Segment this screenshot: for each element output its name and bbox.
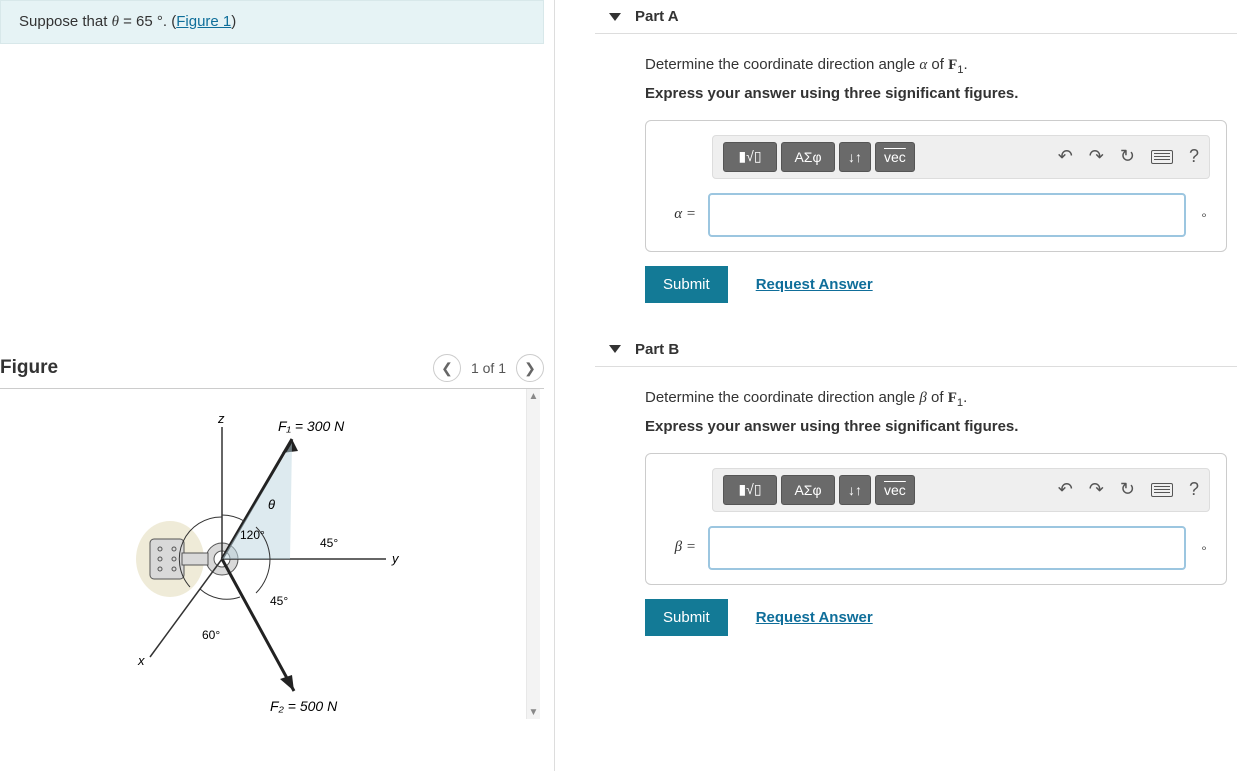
figure-title: Figure — [0, 357, 58, 379]
figure-pager: ❮ 1 of 1 ❯ — [433, 354, 544, 382]
part-a-request-answer-link[interactable]: Request Answer — [756, 276, 873, 293]
scroll-down-icon[interactable]: ▼ — [527, 705, 540, 719]
prompt-period: . ( — [163, 13, 176, 30]
part-b-question: Determine the coordinate direction angle… — [645, 387, 1227, 412]
vector-button[interactable]: vec — [875, 475, 915, 505]
prompt-suffix: ) — [231, 13, 236, 30]
vector-button[interactable]: vec — [875, 142, 915, 172]
axis-y-label: y — [391, 551, 400, 566]
redo-icon[interactable]: ↷ — [1089, 479, 1104, 500]
help-icon[interactable]: ? — [1189, 146, 1199, 167]
subscript-button[interactable]: ↓↑ — [839, 475, 871, 505]
subscript-button[interactable]: ↓↑ — [839, 142, 871, 172]
collapse-icon — [609, 13, 621, 21]
axis-x-label: x — [137, 653, 145, 668]
part-a-submit-button[interactable]: Submit — [645, 266, 728, 303]
figure-angle-45l: 45° — [270, 594, 288, 608]
figure-f1-label: F₁ = 300 N — [278, 418, 345, 434]
figure-scrollbar[interactable]: ▲ ▼ — [526, 389, 540, 719]
part-b-var-label: β = — [662, 539, 696, 556]
part-b-answer-panel: ▮√▯ ΑΣφ ↓↑ vec ↶ ↷ ↻ ? β = — [645, 453, 1227, 585]
part-b-subinstruction: Express your answer using three signific… — [645, 418, 1227, 435]
degree-unit: ∘ — [1198, 541, 1210, 555]
figure-header: Figure ❮ 1 of 1 ❯ — [0, 354, 544, 389]
part-a-title: Part A — [635, 8, 679, 25]
figure-angle-120: 120° — [240, 528, 265, 542]
figure-next-button[interactable]: ❯ — [516, 354, 544, 382]
keyboard-icon[interactable] — [1151, 150, 1173, 164]
figure-theta-label: θ — [268, 497, 275, 512]
undo-icon[interactable]: ↶ — [1058, 146, 1073, 167]
undo-icon[interactable]: ↶ — [1058, 479, 1073, 500]
figure-link[interactable]: Figure 1 — [176, 13, 231, 30]
figure-angle-45u: 45° — [320, 536, 338, 550]
help-icon[interactable]: ? — [1189, 479, 1199, 500]
figure-angle-60: 60° — [202, 628, 220, 642]
part-a-header[interactable]: Part A — [595, 0, 1237, 34]
part-a-toolbar: ▮√▯ ΑΣφ ↓↑ vec ↶ ↷ ↻ ? — [712, 135, 1210, 179]
part-a-question: Determine the coordinate direction angle… — [645, 54, 1227, 79]
theta-symbol: θ — [112, 14, 119, 30]
part-b-request-answer-link[interactable]: Request Answer — [756, 609, 873, 626]
templates-button[interactable]: ▮√▯ — [723, 142, 777, 172]
part-b-title: Part B — [635, 341, 679, 358]
figure-prev-button[interactable]: ❮ — [433, 354, 461, 382]
keyboard-icon[interactable] — [1151, 483, 1173, 497]
prompt-pre: Suppose that — [19, 13, 112, 30]
degree-unit: ∘ — [1198, 208, 1210, 222]
figure-pager-text: 1 of 1 — [471, 360, 506, 376]
reset-icon[interactable]: ↻ — [1120, 479, 1135, 500]
reset-icon[interactable]: ↻ — [1120, 146, 1135, 167]
greek-button[interactable]: ΑΣφ — [781, 475, 835, 505]
redo-icon[interactable]: ↷ — [1089, 146, 1104, 167]
part-b-answer-input[interactable] — [708, 526, 1186, 570]
figure-f2-label: F₂ = 500 N — [270, 698, 338, 714]
templates-button[interactable]: ▮√▯ — [723, 475, 777, 505]
part-a-answer-input[interactable] — [708, 193, 1186, 237]
collapse-icon — [609, 345, 621, 353]
prompt-eq: = 65 — [119, 13, 157, 30]
part-b-header[interactable]: Part B — [595, 333, 1237, 367]
part-a-answer-panel: ▮√▯ ΑΣφ ↓↑ vec ↶ ↷ ↻ ? α = — [645, 120, 1227, 252]
part-a-var-label: α = — [662, 206, 696, 223]
scroll-up-icon[interactable]: ▲ — [527, 389, 540, 403]
part-a-subinstruction: Express your answer using three signific… — [645, 85, 1227, 102]
axis-z-label: z — [217, 411, 225, 426]
problem-prompt: Suppose that θ = 65 °. (Figure 1) — [0, 0, 544, 44]
greek-button[interactable]: ΑΣφ — [781, 142, 835, 172]
figure-viewport: z y x — [0, 389, 544, 719]
part-b-toolbar: ▮√▯ ΑΣφ ↓↑ vec ↶ ↷ ↻ ? — [712, 468, 1210, 512]
figure-diagram: z y x — [0, 389, 544, 719]
part-b-submit-button[interactable]: Submit — [645, 599, 728, 636]
